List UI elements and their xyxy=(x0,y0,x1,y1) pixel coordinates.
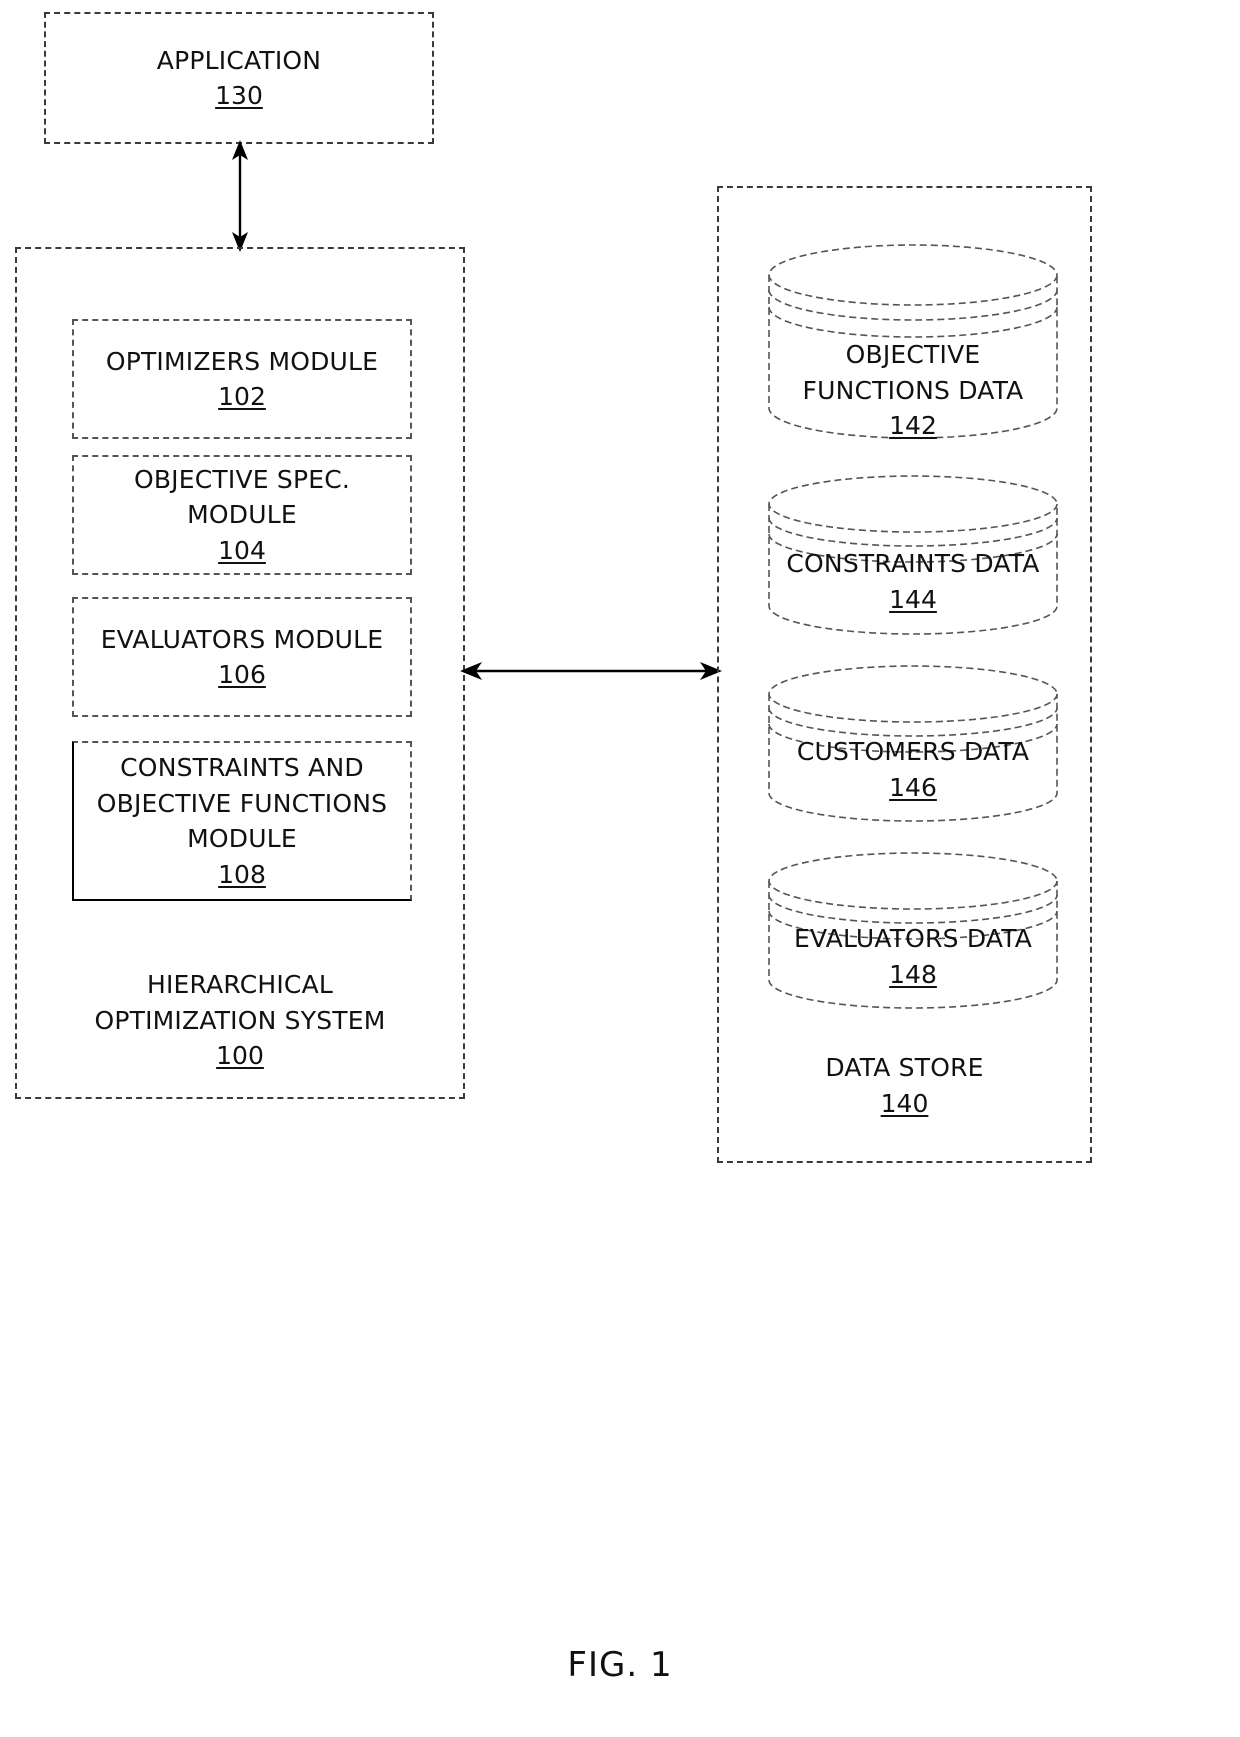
hierarchical-optimization-system-box: OPTIMIZERS MODULE 102 OBJECTIVE SPEC. MO… xyxy=(15,247,465,1099)
evaluators-module-ref: 106 xyxy=(218,660,266,689)
figure-canvas: APPLICATION 130 OPTIMIZERS MODULE 102 OB… xyxy=(0,0,1240,1737)
optimizers-module-label: OPTIMIZERS MODULE xyxy=(105,346,379,376)
customers-data-label: CUSTOMERS DATA xyxy=(796,737,1030,766)
evaluators-data-text: EVALUATORS DATA 148 xyxy=(769,921,1057,992)
objective-spec-module-label: OBJECTIVE SPEC. MODULE xyxy=(133,464,351,530)
system-ref: 100 xyxy=(216,1041,264,1070)
objective-functions-data-cylinder: OBJECTIVE FUNCTIONS DATA 142 xyxy=(768,244,1058,440)
constraints-data-ref: 144 xyxy=(889,584,937,614)
constraints-data-text: CONSTRAINTS DATA 144 xyxy=(769,546,1057,617)
application-ref: 130 xyxy=(215,81,263,110)
data-store-box: OBJECTIVE FUNCTIONS DATA 142 CONSTRAINTS… xyxy=(717,186,1092,1163)
application-to-system-connector xyxy=(232,140,248,252)
system-to-datastore-connector xyxy=(460,662,722,680)
constraints-and-objective-functions-module-ref: 108 xyxy=(218,859,266,889)
evaluators-data-cylinder: EVALUATORS DATA 148 xyxy=(768,852,1058,1009)
objective-functions-data-label: OBJECTIVE FUNCTIONS DATA xyxy=(802,340,1024,405)
optimizers-module-box: OPTIMIZERS MODULE 102 xyxy=(72,319,412,439)
optimizers-module-ref: 102 xyxy=(218,382,266,411)
application-box: APPLICATION 130 xyxy=(44,12,434,144)
constraints-data-cylinder: CONSTRAINTS DATA 144 xyxy=(768,475,1058,635)
objective-spec-module-ref: 104 xyxy=(218,535,266,565)
objective-functions-data-ref: 142 xyxy=(889,411,937,440)
data-store-label: DATA STORE xyxy=(825,1053,984,1082)
evaluators-data-label: EVALUATORS DATA xyxy=(793,924,1033,953)
evaluators-module-label: EVALUATORS MODULE xyxy=(100,624,384,654)
evaluators-data-ref: 148 xyxy=(889,959,937,989)
evaluators-module-box: EVALUATORS MODULE 106 xyxy=(72,597,412,717)
constraints-and-objective-functions-module-label: CONSTRAINTS AND OBJECTIVE FUNCTIONS MODU… xyxy=(96,753,388,853)
objective-functions-data-text: OBJECTIVE FUNCTIONS DATA 142 xyxy=(769,337,1057,444)
data-store-caption: DATA STORE 140 xyxy=(719,1050,1090,1121)
objective-spec-module-box: OBJECTIVE SPEC. MODULE 104 xyxy=(72,455,412,575)
data-store-ref: 140 xyxy=(880,1088,929,1118)
customers-data-cylinder: CUSTOMERS DATA 146 xyxy=(768,665,1058,822)
customers-data-ref: 146 xyxy=(889,772,937,802)
application-label: APPLICATION xyxy=(156,45,322,75)
system-label: HIERARCHICAL OPTIMIZATION SYSTEM xyxy=(94,970,386,1035)
system-caption: HIERARCHICAL OPTIMIZATION SYSTEM 100 xyxy=(17,967,463,1074)
constraints-and-objective-functions-module-box: CONSTRAINTS AND OBJECTIVE FUNCTIONS MODU… xyxy=(72,741,412,901)
constraints-data-label: CONSTRAINTS DATA xyxy=(786,549,1040,578)
figure-caption: FIG. 1 xyxy=(567,1645,673,1685)
customers-data-text: CUSTOMERS DATA 146 xyxy=(769,734,1057,805)
